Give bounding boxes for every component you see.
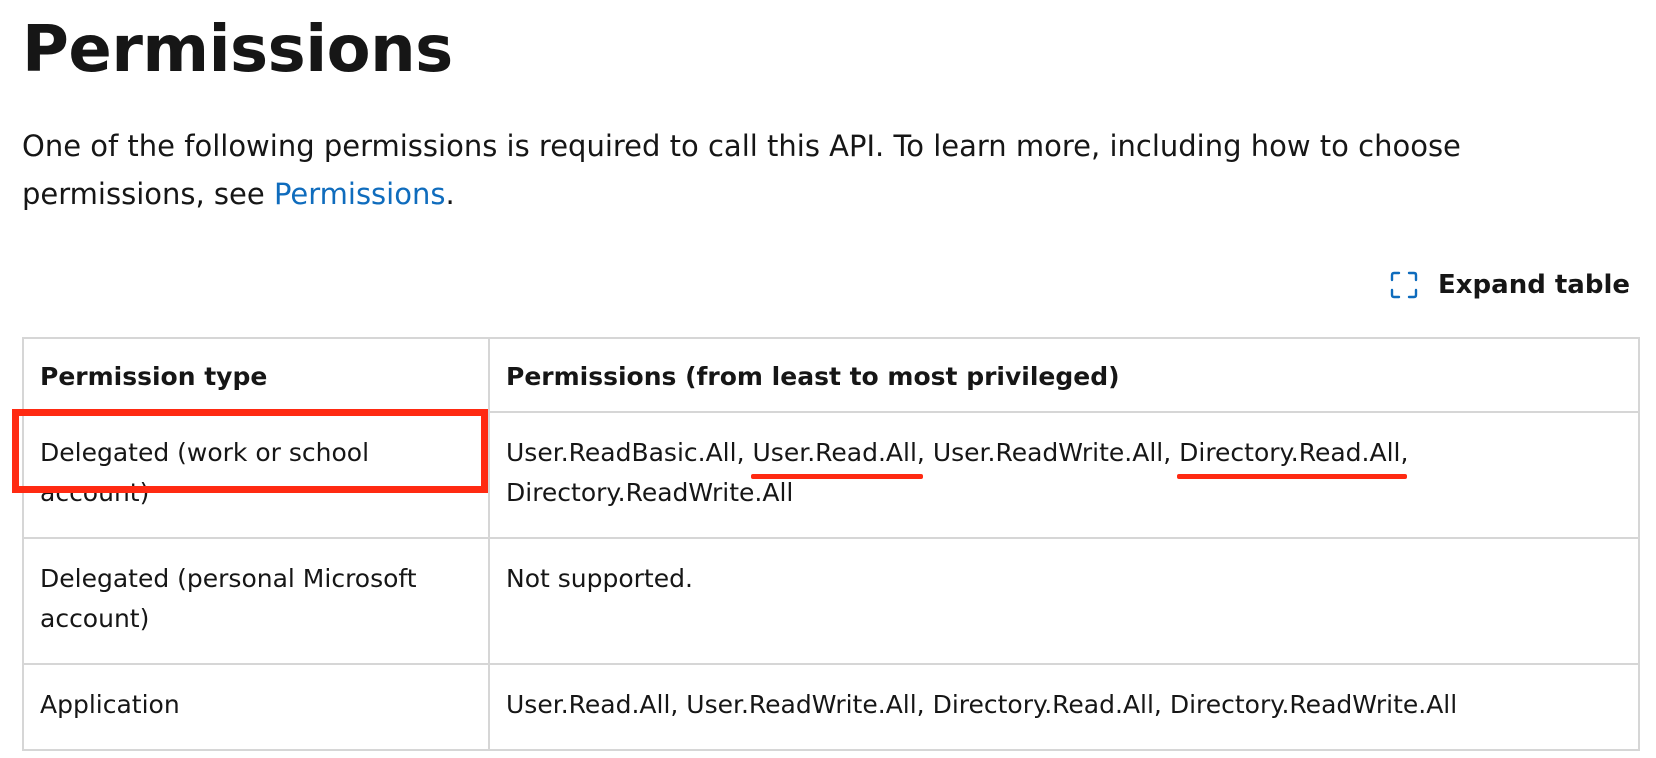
expand-table-label: Expand table bbox=[1438, 270, 1630, 300]
intro-period: . bbox=[445, 177, 455, 211]
permission-user-read-all-underlined: User.Read.All bbox=[750, 433, 924, 479]
permission-user-readwrite-all: User.ReadWrite.All bbox=[932, 438, 1164, 467]
permissions-cell: User.Read.All, User.ReadWrite.All, Direc… bbox=[488, 663, 1640, 751]
permissions-link[interactable]: Permissions bbox=[274, 177, 446, 211]
separator: , bbox=[736, 438, 753, 467]
permissions-table: Permission type Permissions (from least … bbox=[22, 337, 1640, 751]
permission-type-cell: Delegated (personal Microsoft account) bbox=[22, 537, 490, 665]
page-title: Permissions bbox=[22, 13, 453, 87]
separator: , bbox=[916, 438, 933, 467]
permission-directory-read-all-underlined: Directory.Read.All bbox=[1177, 433, 1407, 479]
permission-type-cell: Application bbox=[22, 663, 490, 751]
table-header-row: Permission type Permissions (from least … bbox=[22, 337, 1640, 413]
expand-icon bbox=[1390, 271, 1418, 299]
separator: , bbox=[1163, 438, 1180, 467]
expand-table-button[interactable]: Expand table bbox=[1390, 270, 1630, 300]
table-row: Delegated (personal Microsoft account) N… bbox=[22, 537, 1640, 665]
column-header-permission-type: Permission type bbox=[22, 337, 490, 413]
permission-type-cell: Delegated (work or school account) bbox=[22, 411, 490, 539]
separator: , bbox=[1400, 438, 1409, 467]
intro-text: One of the following permissions is requ… bbox=[22, 129, 1461, 211]
permissions-cell: User.ReadBasic.All, User.Read.All, User.… bbox=[488, 411, 1640, 539]
permissions-cell: Not supported. bbox=[488, 537, 1640, 665]
permission-directory-readwrite-all: Directory.ReadWrite.All bbox=[506, 478, 794, 507]
column-header-permissions: Permissions (from least to most privileg… bbox=[488, 337, 1640, 413]
intro-paragraph: One of the following permissions is requ… bbox=[22, 122, 1622, 218]
table-row: Application User.Read.All, User.ReadWrit… bbox=[22, 663, 1640, 751]
permission-user-readbasic-all: User.ReadBasic.All bbox=[506, 438, 737, 467]
table-row: Delegated (work or school account) User.… bbox=[22, 411, 1640, 539]
